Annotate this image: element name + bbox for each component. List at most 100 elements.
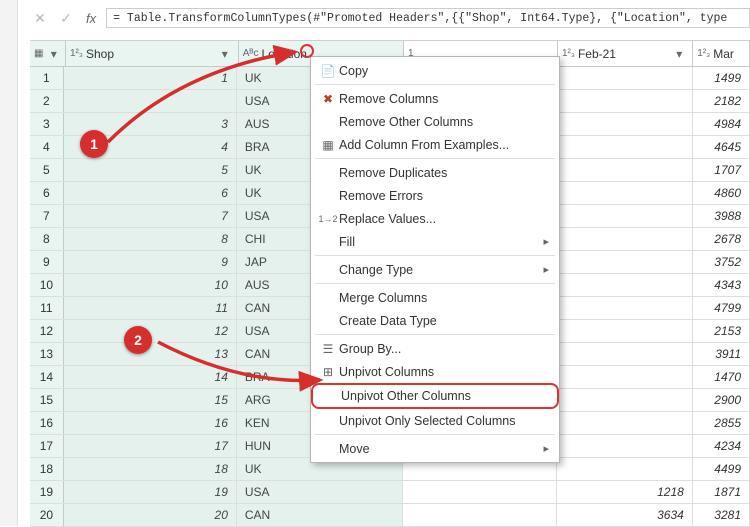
cell-feb[interactable] bbox=[557, 228, 693, 250]
menu-create-data-type[interactable]: Create Data Type bbox=[311, 309, 559, 332]
cell-shop[interactable]: 19 bbox=[64, 481, 237, 503]
menu-unpivot-columns[interactable]: ⊞Unpivot Columns bbox=[311, 360, 559, 383]
cell-location[interactable]: CAN bbox=[237, 504, 403, 526]
cancel-icon[interactable]: ✕ bbox=[30, 8, 50, 28]
row-index: 17 bbox=[30, 435, 64, 457]
cell-shop[interactable]: 14 bbox=[64, 366, 237, 388]
cell-hidden[interactable] bbox=[403, 504, 557, 526]
formula-input[interactable] bbox=[106, 8, 750, 28]
cell-mar[interactable]: 2182 bbox=[693, 90, 750, 112]
cell-feb[interactable] bbox=[557, 136, 693, 158]
cell-shop[interactable]: 6 bbox=[64, 182, 237, 204]
column-label: Shop bbox=[86, 47, 216, 61]
cell-mar[interactable]: 3988 bbox=[693, 205, 750, 227]
cell-feb[interactable] bbox=[557, 251, 693, 273]
cell-mar[interactable]: 4860 bbox=[693, 182, 750, 204]
cell-mar[interactable]: 3911 bbox=[693, 343, 750, 365]
number-type-icon: 1²₃ bbox=[562, 48, 575, 59]
cell-mar[interactable]: 1707 bbox=[693, 159, 750, 181]
cell-mar[interactable]: 4799 bbox=[693, 297, 750, 319]
cell-shop[interactable]: 5 bbox=[64, 159, 237, 181]
cell-feb[interactable] bbox=[557, 113, 693, 135]
cell-shop[interactable]: 10 bbox=[64, 274, 237, 296]
cell-feb[interactable] bbox=[557, 458, 693, 480]
table-icon: ▦ bbox=[34, 48, 43, 59]
cell-shop[interactable] bbox=[64, 90, 237, 112]
menu-merge-columns[interactable]: Merge Columns bbox=[311, 286, 559, 309]
menu-group-by[interactable]: ☰Group By... bbox=[311, 337, 559, 360]
menu-unpivot-other-columns[interactable]: Unpivot Other Columns bbox=[311, 383, 559, 409]
cell-feb[interactable] bbox=[557, 412, 693, 434]
cell-shop[interactable]: 16 bbox=[64, 412, 237, 434]
fx-label: fx bbox=[86, 11, 96, 26]
cell-shop[interactable]: 20 bbox=[64, 504, 237, 526]
row-index: 12 bbox=[30, 320, 64, 342]
column-label: Mar bbox=[713, 47, 745, 61]
cell-feb[interactable] bbox=[557, 343, 693, 365]
cell-feb[interactable] bbox=[557, 435, 693, 457]
confirm-icon[interactable]: ✓ bbox=[56, 8, 76, 28]
cell-shop[interactable]: 17 bbox=[64, 435, 237, 457]
cell-mar[interactable]: 3281 bbox=[693, 504, 750, 526]
cell-mar[interactable]: 4645 bbox=[693, 136, 750, 158]
cell-shop[interactable]: 1 bbox=[64, 67, 237, 89]
menu-remove-other-columns[interactable]: Remove Other Columns bbox=[311, 110, 559, 133]
menu-replace-values[interactable]: 1→2Replace Values... bbox=[311, 207, 559, 230]
row-index-header[interactable]: ▦ ▾ bbox=[30, 41, 66, 66]
cell-shop[interactable]: 18 bbox=[64, 458, 237, 480]
cell-mar[interactable]: 2900 bbox=[693, 389, 750, 411]
cell-feb[interactable] bbox=[557, 320, 693, 342]
cell-feb[interactable] bbox=[557, 90, 693, 112]
cell-feb[interactable] bbox=[557, 366, 693, 388]
cell-mar[interactable]: 1470 bbox=[693, 366, 750, 388]
cell-mar[interactable]: 2153 bbox=[693, 320, 750, 342]
menu-add-column-from-examples[interactable]: ▦Add Column From Examples... bbox=[311, 133, 559, 156]
chevron-down-icon[interactable]: ▾ bbox=[46, 45, 61, 63]
menu-fill[interactable]: Fill▸ bbox=[311, 230, 559, 253]
cell-feb[interactable]: 1218 bbox=[557, 481, 693, 503]
row-index: 19 bbox=[30, 481, 64, 503]
menu-remove-errors[interactable]: Remove Errors bbox=[311, 184, 559, 207]
menu-remove-duplicates[interactable]: Remove Duplicates bbox=[311, 161, 559, 184]
cell-feb[interactable]: 3634 bbox=[557, 504, 693, 526]
cell-shop[interactable]: 9 bbox=[64, 251, 237, 273]
cell-feb[interactable] bbox=[557, 274, 693, 296]
replace-icon: 1→2 bbox=[317, 214, 339, 224]
cell-shop[interactable]: 11 bbox=[64, 297, 237, 319]
cell-feb[interactable] bbox=[557, 159, 693, 181]
column-header-mar[interactable]: 1²₃ Mar bbox=[693, 41, 750, 66]
cell-feb[interactable] bbox=[557, 297, 693, 319]
cell-mar[interactable]: 2855 bbox=[693, 412, 750, 434]
context-menu: 📄Copy ✖Remove Columns Remove Other Colum… bbox=[310, 56, 560, 463]
cell-feb[interactable] bbox=[557, 182, 693, 204]
highlight-ring bbox=[300, 44, 314, 58]
cell-shop[interactable]: 15 bbox=[64, 389, 237, 411]
column-header-shop[interactable]: 1²₃ Shop ▾ bbox=[66, 41, 239, 66]
cell-location[interactable]: USA bbox=[237, 481, 403, 503]
table-row[interactable]: 1919USA12181871 bbox=[30, 481, 750, 504]
cell-mar[interactable]: 4343 bbox=[693, 274, 750, 296]
nav-left-stub bbox=[0, 0, 18, 526]
cell-mar[interactable]: 4984 bbox=[693, 113, 750, 135]
cell-feb[interactable] bbox=[557, 67, 693, 89]
cell-mar[interactable]: 2678 bbox=[693, 228, 750, 250]
cell-mar[interactable]: 4499 bbox=[693, 458, 750, 480]
cell-mar[interactable]: 1499 bbox=[693, 67, 750, 89]
chevron-down-icon[interactable]: ▾ bbox=[670, 45, 688, 63]
cell-shop[interactable]: 7 bbox=[64, 205, 237, 227]
menu-change-type[interactable]: Change Type▸ bbox=[311, 258, 559, 281]
table-row[interactable]: 2020CAN36343281 bbox=[30, 504, 750, 527]
cell-hidden[interactable] bbox=[403, 481, 557, 503]
menu-copy[interactable]: 📄Copy bbox=[311, 59, 559, 82]
cell-shop[interactable]: 8 bbox=[64, 228, 237, 250]
menu-move[interactable]: Move▸ bbox=[311, 437, 559, 460]
cell-mar[interactable]: 4234 bbox=[693, 435, 750, 457]
cell-feb[interactable] bbox=[557, 205, 693, 227]
chevron-down-icon[interactable]: ▾ bbox=[216, 45, 234, 63]
cell-mar[interactable]: 1871 bbox=[693, 481, 750, 503]
column-header-feb[interactable]: 1²₃ Feb-21 ▾ bbox=[558, 41, 693, 66]
cell-feb[interactable] bbox=[557, 389, 693, 411]
cell-mar[interactable]: 3752 bbox=[693, 251, 750, 273]
menu-remove-columns[interactable]: ✖Remove Columns bbox=[311, 87, 559, 110]
menu-unpivot-only-selected[interactable]: Unpivot Only Selected Columns bbox=[311, 409, 559, 432]
